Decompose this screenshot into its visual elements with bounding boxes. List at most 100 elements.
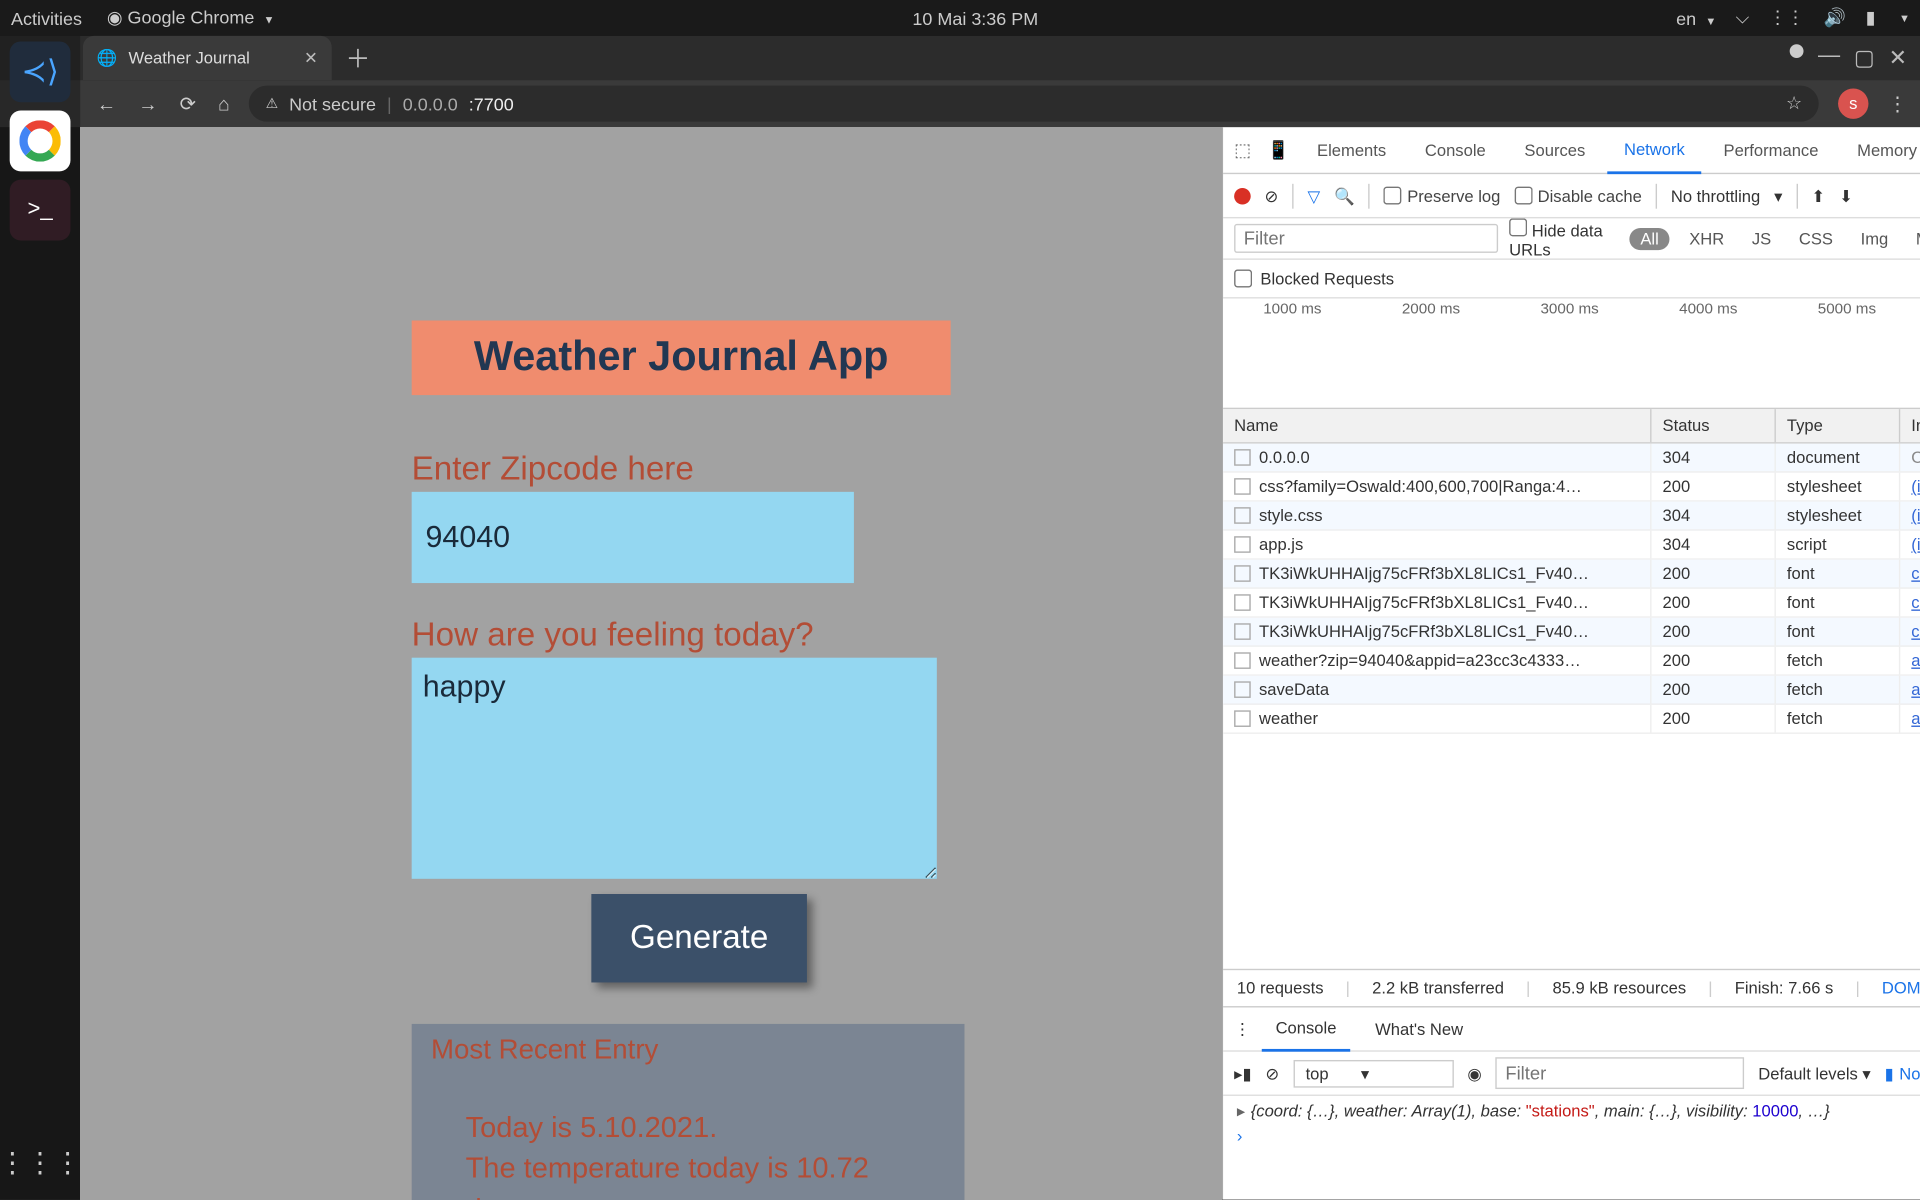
table-row[interactable]: TK3iWkUHHAIjg75cFRf3bXL8LICs1_Fv40…200fo… (1223, 589, 1920, 618)
filter-chip-img[interactable]: Img (1852, 226, 1896, 251)
chrome-tab-strip: 🌐 Weather Journal ✕ ＋ — ▢ ✕ (0, 36, 1920, 80)
feelings-textarea[interactable]: happy (412, 658, 937, 879)
console-log-line[interactable]: ▸{coord: {…}, weather: Array(1), base: "… (1237, 1101, 1920, 1120)
column-header-name[interactable]: Name (1223, 409, 1651, 442)
drawer-menu-icon[interactable]: ⋮ (1234, 1019, 1251, 1038)
summary-dcl: DOMContentLoaded: 32 ms (1882, 978, 1920, 997)
zipcode-input[interactable] (412, 492, 854, 583)
filter-chip-media[interactable]: Media (1908, 226, 1920, 251)
console-sidebar-icon[interactable]: ▸▮ (1234, 1063, 1251, 1082)
table-row[interactable]: weather?zip=94040&appid=a23cc3c4333…200f… (1223, 647, 1920, 676)
search-icon[interactable]: 🔍 (1334, 186, 1355, 205)
tab-sources[interactable]: Sources (1508, 126, 1602, 173)
browser-tab[interactable]: 🌐 Weather Journal ✕ (83, 36, 332, 80)
column-header-status[interactable]: Status (1651, 409, 1775, 442)
import-har-icon[interactable]: ⬆ (1811, 186, 1825, 205)
filter-toggle-icon[interactable]: ▽ (1307, 186, 1320, 205)
issues-button[interactable]: ▮ No Issues (1885, 1063, 1920, 1082)
new-tab-button[interactable]: ＋ (346, 40, 371, 76)
table-row[interactable]: app.js304script(index)197 B4 ms (1223, 531, 1920, 560)
activities-button[interactable]: Activities (11, 8, 82, 29)
log-levels-select[interactable]: Default levels ▾ (1758, 1063, 1871, 1082)
dock-terminal-icon[interactable]: >_ (10, 180, 71, 241)
reload-button[interactable]: ⟳ (180, 92, 196, 115)
context-selector[interactable]: top ▾ (1293, 1059, 1453, 1087)
tab-elements[interactable]: Elements (1300, 126, 1402, 173)
clock[interactable]: 10 Mai 3:36 PM (274, 8, 1676, 29)
recent-entry-date: Today is 5.10.2021. (466, 1108, 946, 1149)
tab-console[interactable]: Console (1408, 126, 1502, 173)
dock-chrome-icon[interactable] (10, 111, 71, 172)
address-bar[interactable]: ⚠ Not secure | 0.0.0.0:7700 ☆ (249, 86, 1819, 122)
drawer-tab-whatsnew[interactable]: What's New (1361, 1007, 1477, 1051)
tab-network[interactable]: Network (1607, 126, 1701, 173)
app-title: Weather Journal App (412, 321, 951, 396)
back-button[interactable]: ← (97, 93, 116, 115)
maximize-window-button[interactable]: ▢ (1854, 44, 1875, 72)
forward-button[interactable]: → (138, 93, 157, 115)
clear-button[interactable]: ⊘ (1265, 186, 1279, 205)
table-row[interactable]: 0.0.0.0304documentOther297 B4 ms (1223, 444, 1920, 473)
disable-cache-checkbox[interactable]: Disable cache (1514, 186, 1642, 205)
drawer-tab-console[interactable]: Console (1262, 1007, 1350, 1051)
console-clear-icon[interactable]: ⊘ (1265, 1063, 1279, 1082)
blocked-requests-checkbox[interactable] (1234, 269, 1252, 287)
generate-button[interactable]: Generate (591, 894, 807, 982)
recent-entry-card: Most Recent Entry Today is 5.10.2021. Th… (412, 1024, 965, 1200)
bluetooth-icon[interactable]: ⋮⋮ (1769, 7, 1805, 29)
devtools-panel: ⬚ 📱 Elements Console Sources Network Per… (1222, 127, 1920, 1199)
chrome-menu-icon[interactable]: ⋮ (1888, 92, 1907, 115)
summary-requests: 10 requests (1237, 978, 1324, 997)
inspect-element-icon[interactable]: ⬚ (1234, 139, 1262, 161)
timeline-tick: 3000 ms (1540, 301, 1598, 318)
minimize-window-button[interactable]: — (1818, 44, 1840, 72)
network-filter-input[interactable] (1234, 224, 1498, 253)
recent-entry-temp: The temperature today is 10.72 degrees. (466, 1149, 946, 1200)
export-har-icon[interactable]: ⬇ (1839, 186, 1853, 205)
record-button[interactable] (1234, 187, 1251, 204)
throttling-select[interactable]: No throttling ▾ (1671, 186, 1783, 205)
table-row[interactable]: style.css304stylesheet(index)197 B4 ms (1223, 502, 1920, 531)
battery-icon[interactable]: ▮ (1866, 7, 1876, 29)
volume-icon[interactable]: 🔊 (1824, 7, 1846, 29)
table-row[interactable]: TK3iWkUHHAIjg75cFRf3bXL8LICs1_Fv40…200fo… (1223, 560, 1920, 589)
filter-chip-js[interactable]: JS (1744, 226, 1780, 251)
preserve-log-checkbox[interactable]: Preserve log (1384, 186, 1501, 205)
wifi-icon[interactable]: ⌵ (1736, 7, 1750, 29)
dock-apps-grid-icon[interactable]: ⋮⋮⋮ (0, 1146, 82, 1181)
drawer-tabs: ⋮ Console What's New ✕ (1223, 1007, 1920, 1051)
home-button[interactable]: ⌂ (218, 93, 230, 115)
profile-avatar[interactable]: s (1838, 88, 1868, 118)
table-row[interactable]: weather200fetchapp.js:38342 B6 ms (1223, 705, 1920, 734)
column-header-type[interactable]: Type (1776, 409, 1900, 442)
bookmark-star-icon[interactable]: ☆ (1786, 93, 1802, 115)
table-row[interactable]: TK3iWkUHHAIjg75cFRf3bXL8LICs1_Fv40…200fo… (1223, 618, 1920, 647)
network-toolbar: ⊘ ▽ 🔍 Preserve log Disable cache No thro… (1223, 174, 1920, 218)
tab-memory[interactable]: Memory (1841, 126, 1920, 173)
tab-performance[interactable]: Performance (1707, 126, 1835, 173)
tab-overflow-icon[interactable] (1790, 44, 1804, 58)
network-filter-bar: Hide data URLs All XHR JS CSS Img Media … (1223, 218, 1920, 259)
console-output[interactable]: ▸{coord: {…}, weather: Array(1), base: "… (1223, 1096, 1920, 1200)
feelings-label: How are you feeling today? (412, 616, 1208, 655)
device-toolbar-icon[interactable]: 📱 (1267, 139, 1295, 161)
console-prompt[interactable]: › (1237, 1126, 1920, 1145)
close-window-button[interactable]: ✕ (1889, 44, 1908, 72)
hide-data-urls-checkbox[interactable]: Hide data URLs (1509, 218, 1618, 259)
dock-vscode-icon[interactable]: ≺⟩ (10, 41, 71, 102)
close-tab-icon[interactable]: ✕ (304, 48, 318, 67)
expand-arrow-icon[interactable]: ▸ (1237, 1101, 1245, 1120)
filter-chip-css[interactable]: CSS (1791, 226, 1842, 251)
table-row[interactable]: saveData200fetchapp.js:24177 B36 ms (1223, 676, 1920, 705)
table-row[interactable]: css?family=Oswald:400,600,700|Ranga:4…20… (1223, 473, 1920, 502)
active-app-menu[interactable]: ◉ Google Chrome ▼ (107, 7, 275, 29)
network-timeline[interactable]: 1000 ms 2000 ms 3000 ms 4000 ms 5000 ms … (1223, 299, 1920, 410)
filter-chip-xhr[interactable]: XHR (1681, 226, 1733, 251)
keyboard-layout-indicator[interactable]: en ▼ (1676, 8, 1716, 29)
live-expression-icon[interactable]: ◉ (1467, 1063, 1481, 1082)
console-filter-input[interactable] (1496, 1057, 1745, 1089)
recent-entry-title: Most Recent Entry (431, 1035, 945, 1067)
chevron-down-icon[interactable]: ▼ (1899, 12, 1910, 24)
column-header-initiator[interactable]: Initiator (1900, 409, 1920, 442)
filter-chip-all[interactable]: All (1629, 227, 1670, 249)
